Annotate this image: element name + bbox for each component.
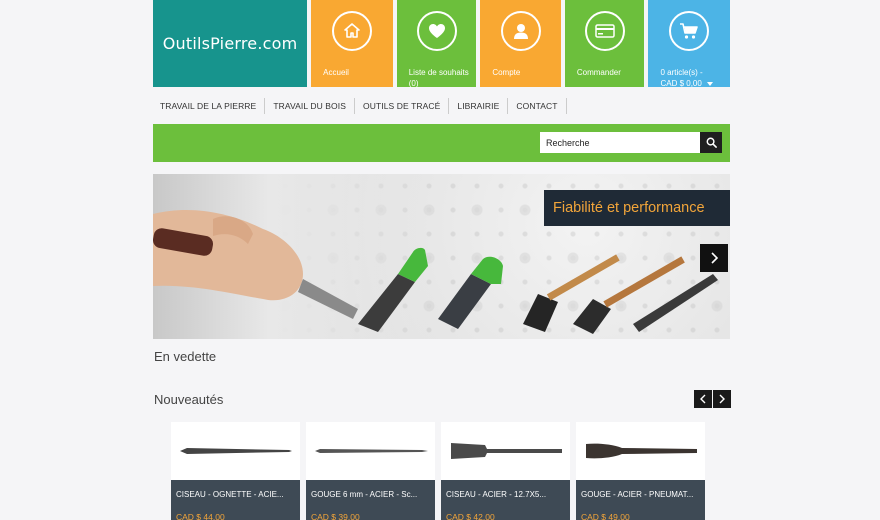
new-products-heading: Nouveautés [154,392,224,407]
main-nav: TRAVAIL DE LA PIERRE TRAVAIL DU BOIS OUT… [153,96,567,116]
product-card[interactable]: CISEAU - ACIER - 12.7X5... CAD $ 42,00 [441,422,570,520]
user-icon [500,11,541,51]
chevron-right-icon [719,394,725,404]
nav-item-stone[interactable]: TRAVAIL DE LA PIERRE [153,98,266,114]
tile-home-label: Accueil [323,68,349,77]
product-image[interactable] [576,422,705,480]
header: OutilsPierre.com Accueil Liste de souhai… [153,0,731,88]
featured-heading: En vedette [154,349,217,364]
home-icon [331,11,372,51]
product-image[interactable] [171,422,300,480]
product-info: GOUGE 6 mm - ACIER - Sc... CAD $ 39,00 [306,480,435,520]
nav-item-tracing-tools[interactable]: OUTILS DE TRACÉ [355,98,450,114]
product-info: CISEAU - OGNETTE - ACIE... CAD $ 44,00 [171,480,300,520]
search-button[interactable] [700,132,722,153]
credit-card-icon [584,11,625,51]
tile-account-label: Compte [492,68,521,77]
heart-icon [416,11,457,51]
cart-icon [669,11,710,51]
product-price: CAD $ 42,00 [446,512,495,520]
product-price: CAD $ 44,00 [176,512,225,520]
tile-wishlist-label: Liste de souhaits [408,68,469,77]
chevron-right-icon [711,252,719,264]
product-name[interactable]: GOUGE - ACIER - PNEUMAT... [581,490,700,499]
product-info: CISEAU - ACIER - 12.7X5... CAD $ 42,00 [441,480,570,520]
search-input[interactable] [540,132,700,153]
product-card[interactable]: GOUGE - ACIER - PNEUMAT... CAD $ 49,00 [576,422,705,520]
chevron-down-icon [707,81,714,86]
nav-item-contact[interactable]: CONTACT [508,98,567,114]
tile-cart[interactable]: 0 article(s) - CAD $ 0,00 [648,0,731,88]
hero-banner[interactable]: Fiabilité et performance [153,174,730,339]
product-name[interactable]: GOUGE 6 mm - ACIER - Sc... [311,490,430,499]
product-image[interactable] [441,422,570,480]
product-price: CAD $ 39,00 [311,512,360,520]
nav-item-bookstore[interactable]: LIBRAIRIE [449,98,509,114]
tile-wishlist[interactable]: Liste de souhaits (0) [396,0,477,88]
product-carousel: CISEAU - OGNETTE - ACIE... CAD $ 44,00 G… [171,422,705,520]
product-card[interactable]: CISEAU - OGNETTE - ACIE... CAD $ 44,00 [171,422,300,520]
tile-checkout[interactable]: Commander [564,0,645,87]
cart-count-label: 0 article(s) - [660,68,703,77]
search-icon [706,137,717,148]
chevron-left-icon [700,394,706,404]
search-bar [153,124,730,162]
cart-total: CAD $ 0,00 [660,79,702,88]
site-logo[interactable]: OutilsPierre.com [153,0,308,87]
banner-caption: Fiabilité et performance [544,190,730,226]
carousel-next-button[interactable] [713,390,731,408]
product-name[interactable]: CISEAU - ACIER - 12.7X5... [446,490,565,499]
product-info: GOUGE - ACIER - PNEUMAT... CAD $ 49,00 [576,480,705,520]
logo-text: OutilsPierre.com [162,34,298,53]
carousel-nav [694,390,731,408]
tile-home[interactable]: Accueil [311,0,393,87]
product-price: CAD $ 49,00 [581,512,630,520]
page: OutilsPierre.com Accueil Liste de souhai… [0,0,880,520]
product-card[interactable]: GOUGE 6 mm - ACIER - Sc... CAD $ 39,00 [306,422,435,520]
nav-item-wood[interactable]: TRAVAIL DU BOIS [265,98,355,114]
product-name[interactable]: CISEAU - OGNETTE - ACIE... [176,490,295,499]
tile-account[interactable]: Compte [480,0,561,87]
banner-next-button[interactable] [700,244,728,272]
product-image[interactable] [306,422,435,480]
carousel-prev-button[interactable] [694,390,712,408]
tile-checkout-label: Commander [576,68,621,77]
wishlist-count: (0) [408,79,419,88]
